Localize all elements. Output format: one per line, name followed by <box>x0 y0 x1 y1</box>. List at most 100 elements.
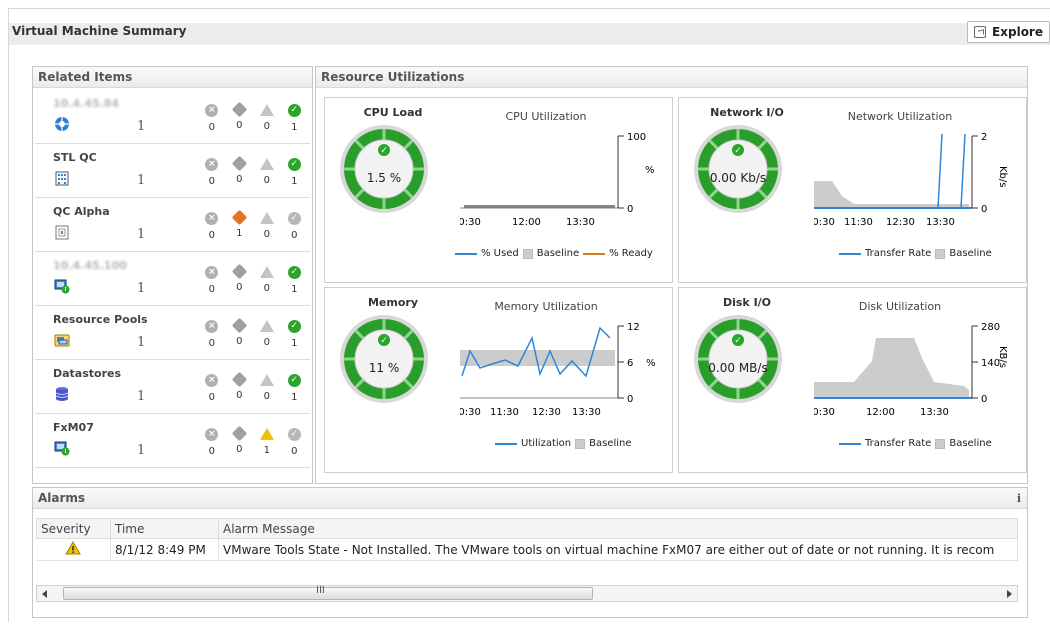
cpu-utilization-chart[interactable]: 100 % 0 10:30 12:00 13:30 <box>460 126 670 246</box>
disk-utilization-chart[interactable]: 280 140 KB/s 0 10:30 12:00 13:30 <box>814 316 1024 436</box>
status-counts: × 0 0 1 ✓ 0 <box>198 425 309 457</box>
related-item[interactable]: 10.4.45.100 1 × 0 0 0 ✓ 1 <box>35 252 310 306</box>
network-x-tick: 11:30 <box>844 217 873 228</box>
status-major[interactable]: 0 <box>226 317 254 349</box>
related-item-name[interactable]: 10.4.45.84 <box>53 97 119 110</box>
cpu-load-tile[interactable]: CPU Load ✓ 1.5 % CPU Utilization 100 % 0… <box>324 97 673 283</box>
disk-y-unit: KB/s <box>997 346 1008 368</box>
network-utilization-chart[interactable]: 2 Kb/s 0 10:30 11:30 12:30 13:30 <box>814 126 1024 246</box>
column-header-message[interactable]: Alarm Message <box>218 518 1018 539</box>
horizontal-scrollbar[interactable]: III <box>36 585 1018 602</box>
disk-gauge-icon: ✓ <box>694 315 782 403</box>
disk-io-tile[interactable]: Disk I/O ✓ 0.00 MB/s Disk Utilization 28… <box>678 287 1027 473</box>
related-item[interactable]: Resource Pools 1 × 0 0 0 ✓ 1 <box>35 306 310 360</box>
legend-ready: % Ready <box>609 248 653 259</box>
related-item-name[interactable]: STL QC <box>53 151 97 164</box>
status-normal[interactable]: ✓ 1 <box>281 266 309 295</box>
status-critical[interactable]: × 0 <box>198 320 226 349</box>
cpu-load-value: 1.5 % <box>366 171 402 185</box>
status-normal[interactable]: ✓ 1 <box>281 374 309 403</box>
used-swatch <box>455 252 477 255</box>
explore-label: Explore <box>992 25 1043 39</box>
table-row[interactable]: 8/1/12 8:49 PM VMware Tools State - Not … <box>36 538 1018 561</box>
status-warning[interactable]: 1 <box>253 428 281 457</box>
legend-baseline: Baseline <box>949 438 992 449</box>
status-normal[interactable]: ✓ 0 <box>281 428 309 457</box>
status-count: 0 <box>208 392 215 403</box>
memory-tile[interactable]: Memory ✓ 11 % Memory Utilization 12 6 % … <box>324 287 673 473</box>
column-header-time[interactable]: Time <box>110 518 219 539</box>
normal-icon: ✓ <box>287 212 301 225</box>
memory-y-tick: 6 <box>627 358 633 369</box>
normal-icon: ✓ <box>287 266 301 279</box>
related-item-name[interactable]: Resource Pools <box>53 313 148 326</box>
scroll-right-icon[interactable] <box>1007 590 1012 598</box>
status-critical[interactable]: × 0 <box>198 212 226 241</box>
related-item-name[interactable]: FxM07 <box>53 421 94 434</box>
status-major[interactable]: 0 <box>226 155 254 187</box>
related-item-name[interactable]: QC Alpha <box>53 205 110 218</box>
related-item[interactable]: STL QC 1 × 0 0 0 ✓ 1 <box>35 144 310 198</box>
related-items-title: Related Items <box>33 67 312 88</box>
status-count: 0 <box>236 120 243 131</box>
related-item[interactable]: FxM07 1 × 0 0 1 ✓ 0 <box>35 414 310 468</box>
status-count: 1 <box>291 122 298 133</box>
network-x-tick: 10:30 <box>814 217 835 228</box>
scroll-left-icon[interactable] <box>42 590 47 598</box>
scrollbar-thumb[interactable]: III <box>63 585 593 600</box>
status-critical[interactable]: × 0 <box>198 104 226 133</box>
status-normal[interactable]: ✓ 1 <box>281 158 309 187</box>
status-critical[interactable]: × 0 <box>198 266 226 295</box>
status-major[interactable]: 0 <box>226 371 254 403</box>
status-warning[interactable]: 0 <box>253 266 281 295</box>
status-count: 1 <box>236 228 243 239</box>
related-item[interactable]: Datastores 1 × 0 0 0 ✓ 1 <box>35 360 310 414</box>
status-critical[interactable]: × 0 <box>198 158 226 187</box>
status-major[interactable]: 0 <box>226 425 254 457</box>
explore-button[interactable]: Explore <box>967 21 1050 43</box>
transfer-swatch <box>839 252 861 255</box>
status-warning[interactable]: 0 <box>253 320 281 349</box>
status-normal[interactable]: ✓ 1 <box>281 104 309 133</box>
svg-text:✓: ✓ <box>380 336 388 346</box>
warning-icon <box>259 104 274 116</box>
status-critical[interactable]: × 0 <box>198 428 226 457</box>
svg-text:✓: ✓ <box>380 146 388 156</box>
status-major[interactable]: 0 <box>226 101 254 133</box>
vm-icon <box>54 440 70 456</box>
network-io-value: 0.00 Kb/s <box>709 171 767 185</box>
related-item[interactable]: 10.4.45.84 1 × 0 0 0 ✓ 1 <box>35 90 310 144</box>
related-item[interactable]: QC Alpha 1 × 0 1 0 ✓ 0 <box>35 198 310 252</box>
status-warning[interactable]: 0 <box>253 104 281 133</box>
related-item-name[interactable]: Datastores <box>53 367 121 380</box>
cpu-load-title: CPU Load <box>363 106 423 119</box>
status-normal[interactable]: ✓ 1 <box>281 320 309 349</box>
status-major[interactable]: 0 <box>226 263 254 295</box>
column-header-severity[interactable]: Severity <box>36 518 111 539</box>
vm-host-icon <box>54 278 70 294</box>
message-cell: VMware Tools State - Not Installed. The … <box>218 538 1018 561</box>
time-cell: 8/1/12 8:49 PM <box>110 538 219 561</box>
status-critical[interactable]: × 0 <box>198 374 226 403</box>
network-io-tile[interactable]: Network I/O ✓ 0.00 Kb/s Network Utilizat… <box>678 97 1027 283</box>
normal-icon: ✓ <box>287 320 301 333</box>
network-io-title: Network I/O <box>710 106 784 119</box>
cpu-y-tick: 100 <box>627 132 646 143</box>
legend-transfer: Transfer Rate <box>865 248 932 259</box>
status-normal[interactable]: ✓ 0 <box>281 212 309 241</box>
memory-utilization-chart[interactable]: 12 6 % 0 10:30 11:30 12:30 13:30 <box>460 316 670 436</box>
status-warning[interactable]: 0 <box>253 374 281 403</box>
status-count: 1 <box>291 338 298 349</box>
status-warning[interactable]: 0 <box>253 212 281 241</box>
related-item-count: 1 <box>137 281 146 296</box>
status-count: 0 <box>236 444 243 455</box>
warning-icon <box>259 320 274 332</box>
related-items-list: 10.4.45.84 1 × 0 0 0 ✓ 1 STL QC 1 × 0 0 0 ✓ 1 QC Alpha 1 ×… <box>35 90 310 468</box>
status-warning[interactable]: 0 <box>253 158 281 187</box>
warning-icon <box>65 541 82 555</box>
info-icon[interactable]: i <box>1017 492 1021 505</box>
related-item-name[interactable]: 10.4.45.100 <box>53 259 127 272</box>
status-major[interactable]: 1 <box>226 209 254 241</box>
memory-title: Memory <box>367 296 419 309</box>
critical-icon: × <box>205 104 219 117</box>
